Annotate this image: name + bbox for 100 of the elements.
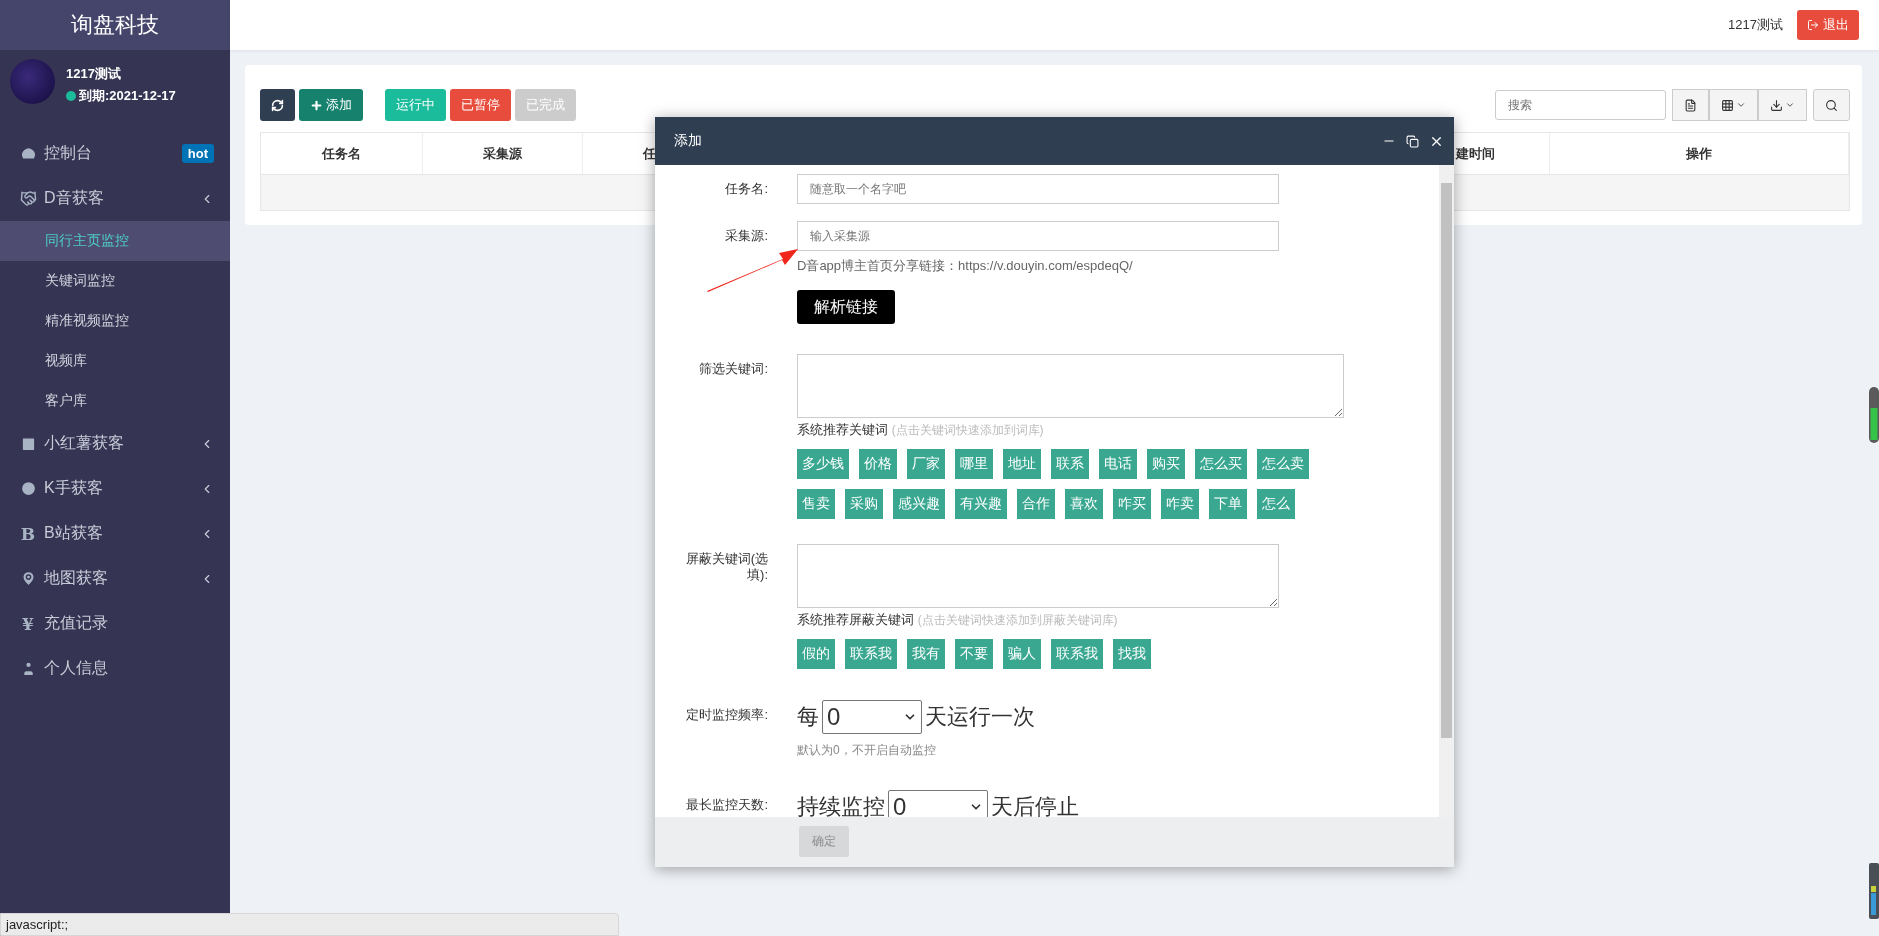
add-button[interactable]: 添加 xyxy=(299,89,363,121)
top-user-name: 1217测试 xyxy=(1728,16,1783,34)
level-meter-icon xyxy=(1868,386,1879,444)
column-header: 采集源 xyxy=(423,133,583,174)
menu-label: 地图获客 xyxy=(44,568,109,588)
status-bar: javascript:; xyxy=(0,913,619,936)
keyword-tag[interactable]: 购买 xyxy=(1147,449,1185,479)
scrollbar[interactable] xyxy=(1439,165,1454,817)
restore-icon[interactable] xyxy=(1406,134,1419,148)
menu-item[interactable]: 个人信息 xyxy=(0,646,230,691)
audio-meter-icon xyxy=(1868,862,1879,920)
keyword-tag[interactable]: 采购 xyxy=(845,489,883,519)
submenu-item[interactable]: 关键词监控 xyxy=(0,261,230,301)
keyword-tag[interactable]: 下单 xyxy=(1209,489,1247,519)
download-icon xyxy=(1770,98,1783,112)
column-header: 任务名 xyxy=(261,133,423,174)
keyword-tag[interactable]: 多少钱 xyxy=(797,449,849,479)
keyword-tag[interactable]: 喜欢 xyxy=(1065,489,1103,519)
keyword-tag[interactable]: 地址 xyxy=(1003,449,1041,479)
submenu-item[interactable]: 同行主页监控 xyxy=(0,221,230,261)
menu-label: 控制台 xyxy=(44,143,93,163)
keyword-tag[interactable]: 厂家 xyxy=(907,449,945,479)
suggest-note: (点击关键词快速添加到屏蔽关键词库) xyxy=(917,613,1118,627)
dialog-title: 添加 xyxy=(674,132,703,150)
keyword-tag[interactable]: 联系我 xyxy=(1051,639,1103,669)
field-label: 屏蔽关键词(选填): xyxy=(685,551,768,583)
grid-icon xyxy=(1721,98,1734,112)
keyword-tag[interactable]: 咋买 xyxy=(1113,489,1151,519)
suggest-title: 系统推荐屏蔽关键词 xyxy=(797,612,914,627)
menu-label: D音获客 xyxy=(44,188,105,208)
text-field[interactable]: 随意取一个名字吧 xyxy=(797,174,1279,204)
keyword-tag[interactable]: 合作 xyxy=(1017,489,1055,519)
text-field[interactable]: 输入采集源 xyxy=(797,221,1279,251)
column-header: 操作 xyxy=(1550,133,1849,174)
search-field[interactable]: 搜索 xyxy=(1495,90,1666,120)
logout-icon xyxy=(1807,19,1819,31)
field-hint: D音app博主首页分享链接：https://v.douyin.com/espdeqQ/ xyxy=(797,257,1134,275)
menu-item[interactable]: D音获客 xyxy=(0,176,230,221)
caret-icon xyxy=(1736,100,1746,110)
select-suffix: 天后停止 xyxy=(991,793,1079,817)
hot-badge: hot xyxy=(181,144,214,163)
keyword-tag[interactable]: 联系 xyxy=(1051,449,1089,479)
keyword-tag[interactable]: 骗人 xyxy=(1003,639,1041,669)
keyword-tag[interactable]: 感兴趣 xyxy=(893,489,945,519)
menu-item[interactable]: 控制台 hot xyxy=(0,131,230,176)
list-view-button[interactable] xyxy=(1672,89,1709,121)
expiry-date: 到期:2021-12-17 xyxy=(79,87,176,105)
parse-link-button[interactable]: 解析链接 xyxy=(797,290,895,324)
menu-item[interactable]: 地图获客 xyxy=(0,556,230,601)
select-suffix: 天运行一次 xyxy=(925,703,1035,731)
select-prefix: 每 xyxy=(797,703,819,731)
keyword-tag[interactable]: 怎么 xyxy=(1257,489,1295,519)
menu-item[interactable]: ¥ 充值记录 xyxy=(0,601,230,646)
field-label: 采集源: xyxy=(725,228,768,243)
keyword-tag[interactable]: 不要 xyxy=(955,639,993,669)
keyword-tag[interactable]: 怎么买 xyxy=(1195,449,1247,479)
number-select[interactable]: 0 xyxy=(822,700,922,734)
filter-button[interactable]: 已暂停 xyxy=(450,89,511,121)
menu-label: 小红薯获客 xyxy=(44,433,125,453)
brand-title: 询盘科技 xyxy=(0,0,230,50)
column-header: 建时间 xyxy=(1456,133,1550,174)
user-avatar xyxy=(10,59,55,104)
menu-label: K手获客 xyxy=(44,478,104,498)
filter-button[interactable]: 运行中 xyxy=(385,89,446,121)
export-button[interactable] xyxy=(1758,89,1807,121)
refresh-icon xyxy=(271,98,284,112)
submenu-item[interactable]: 客户库 xyxy=(0,381,230,421)
menu-item[interactable]: 小红薯获客 xyxy=(0,421,230,466)
document-icon xyxy=(1684,98,1697,112)
menu-item[interactable]: B B站获客 xyxy=(0,511,230,556)
submenu-item[interactable]: 视频库 xyxy=(0,341,230,381)
field-label: 最长监控天数: xyxy=(686,797,768,812)
plus-icon xyxy=(310,98,323,112)
menu-glyph: B xyxy=(19,523,37,544)
suggest-note: (点击关键词快速添加到词库) xyxy=(891,423,1044,437)
search-button[interactable] xyxy=(1813,89,1850,121)
logout-button[interactable]: 退出 xyxy=(1797,10,1859,40)
keyword-tag[interactable]: 咋卖 xyxy=(1161,489,1199,519)
menu-glyph: ¥ xyxy=(21,613,35,634)
keyword-tag[interactable]: 价格 xyxy=(859,449,897,479)
submenu-item[interactable]: 精准视频监控 xyxy=(0,301,230,341)
handshake-icon xyxy=(19,190,37,207)
menu-label: 充值记录 xyxy=(44,613,109,633)
menu-label: 个人信息 xyxy=(44,658,109,678)
keyword-tag[interactable]: 售卖 xyxy=(797,489,835,519)
keyword-tag[interactable]: 怎么卖 xyxy=(1257,449,1309,479)
columns-button[interactable] xyxy=(1709,89,1758,121)
keyword-tag[interactable]: 电话 xyxy=(1099,449,1137,479)
menu-item[interactable]: K手获客 xyxy=(0,466,230,511)
keyword-tag[interactable]: 哪里 xyxy=(955,449,993,479)
refresh-button[interactable] xyxy=(260,89,295,121)
field-hint: 默认为0，不开启自动监控 xyxy=(797,742,937,759)
field-label: 定时监控频率: xyxy=(686,707,768,722)
keyword-tag[interactable]: 联系我 xyxy=(845,639,897,669)
keyword-tag[interactable]: 有兴趣 xyxy=(955,489,1007,519)
keyword-tag[interactable]: 假的 xyxy=(797,639,835,669)
search-icon xyxy=(1825,98,1838,112)
keyword-tag[interactable]: 我有 xyxy=(907,639,945,669)
user-name: 1217测试 xyxy=(66,65,122,83)
keyword-tag[interactable]: 找我 xyxy=(1113,639,1151,669)
